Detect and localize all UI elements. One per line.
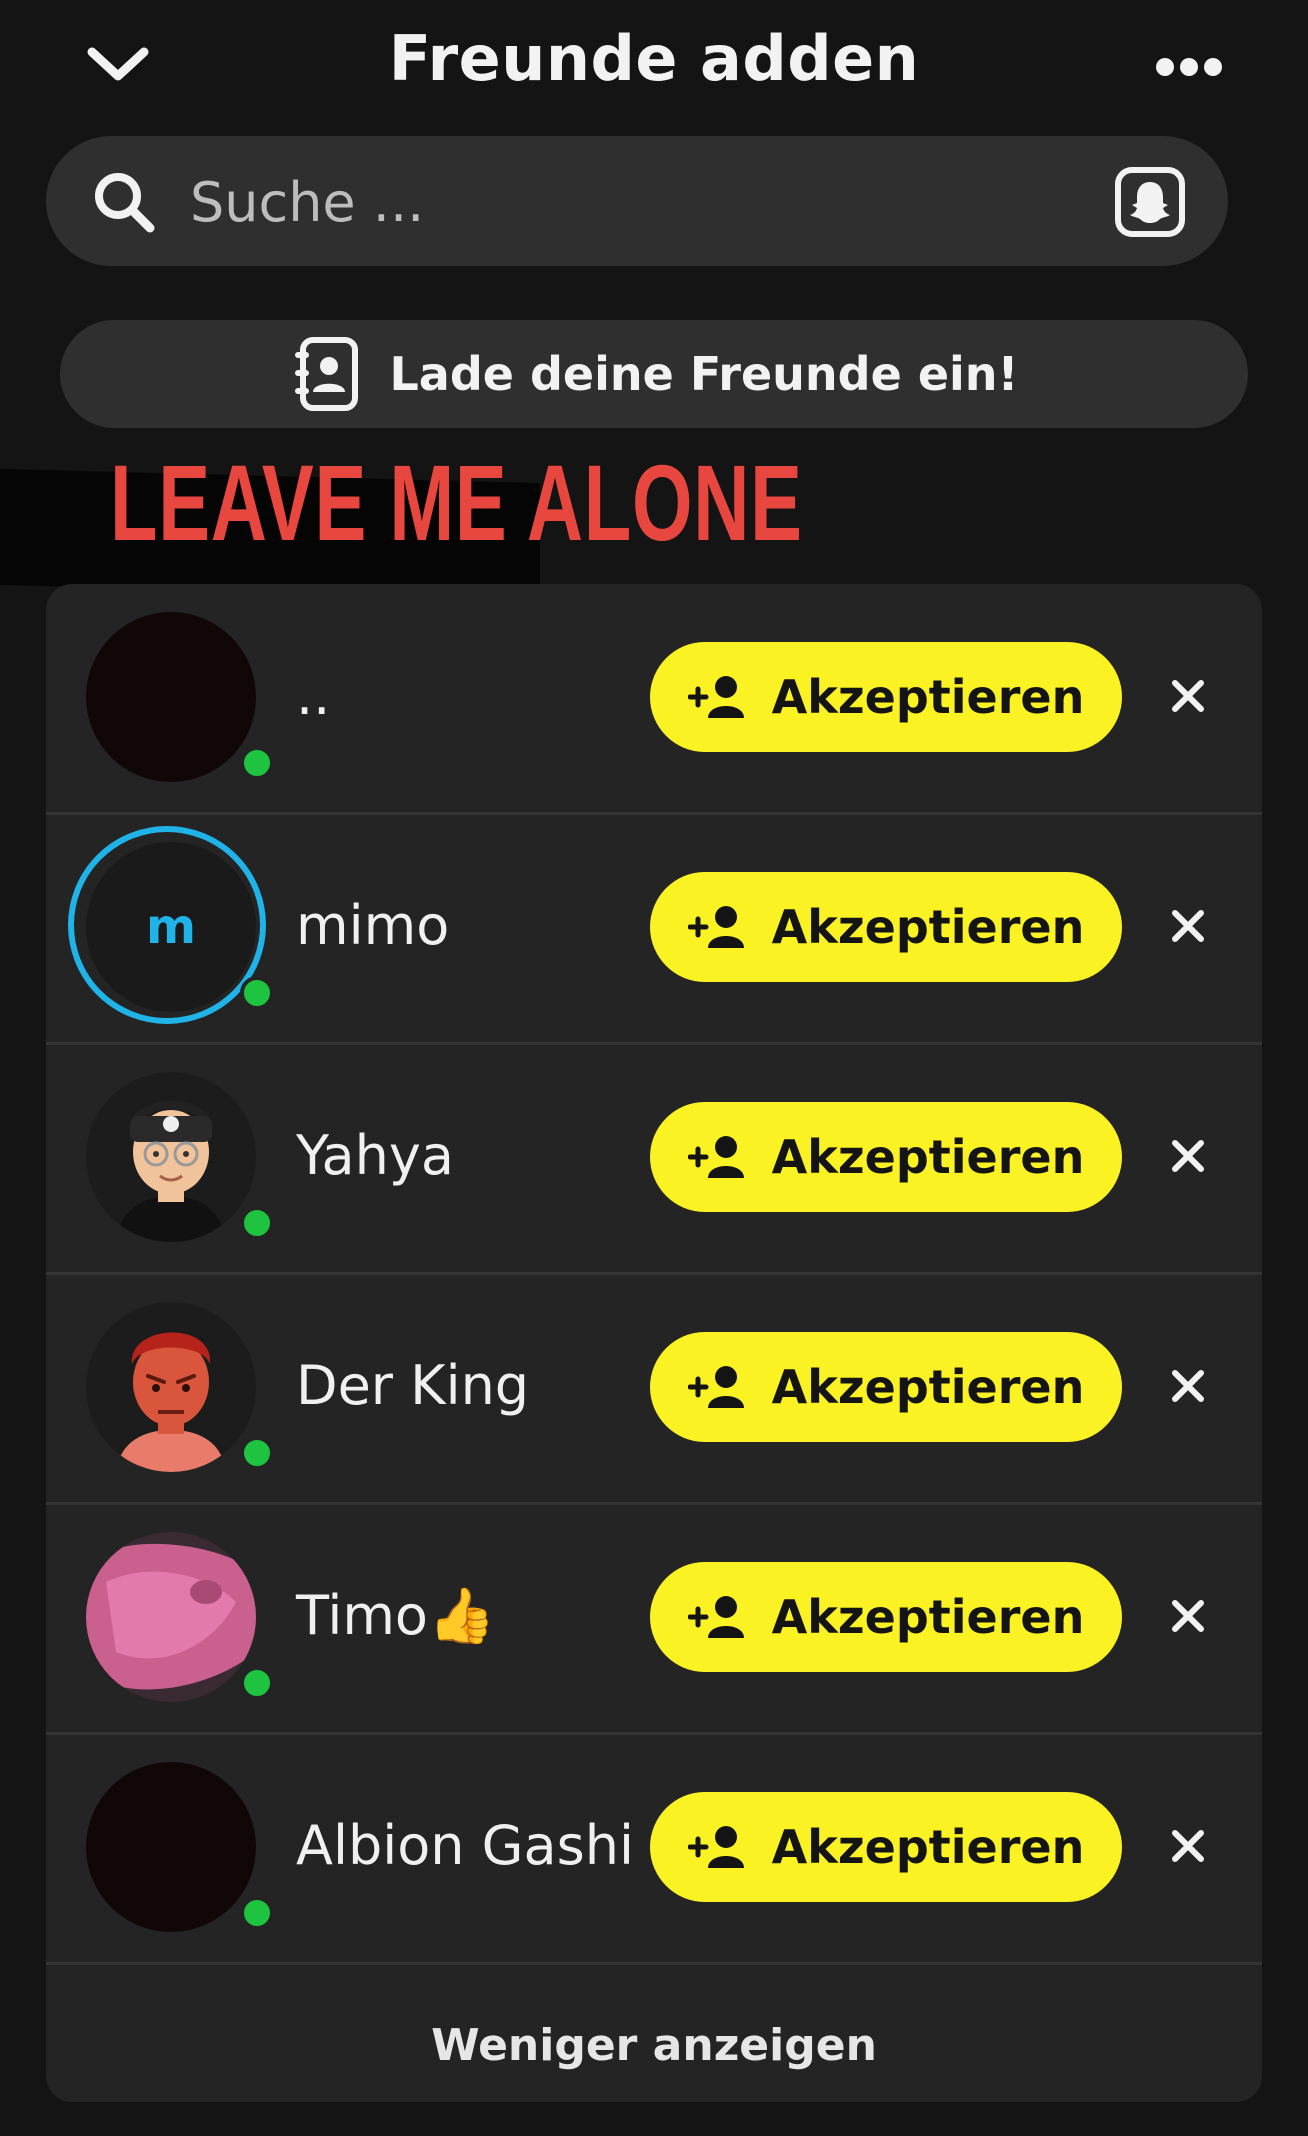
accept-label: Akzeptieren (771, 1820, 1085, 1874)
add-friend-icon (687, 1136, 744, 1178)
online-status-dot (240, 746, 274, 780)
profile-photo (86, 1532, 256, 1702)
add-friend-icon (687, 676, 744, 718)
bitmoji-avatar-image (116, 1101, 226, 1242)
avatar[interactable] (86, 1302, 256, 1472)
search-bar[interactable] (46, 136, 1228, 266)
friend-name: Timo👍 (296, 1584, 496, 1647)
snapcode-scan-icon[interactable] (1114, 166, 1186, 238)
add-friend-icon (687, 1596, 744, 1638)
close-icon[interactable] (1170, 1598, 1206, 1634)
accept-button[interactable]: Akzeptieren (650, 872, 1122, 982)
accept-button[interactable]: Akzeptieren (650, 642, 1122, 752)
accept-label: Akzeptieren (771, 1360, 1085, 1414)
invite-friends-button[interactable]: Lade deine Freunde ein! (60, 320, 1248, 428)
close-icon[interactable] (1170, 678, 1206, 714)
bitmoji-avatar-image (116, 1332, 226, 1472)
avatar[interactable] (86, 1762, 256, 1932)
search-icon (95, 173, 155, 233)
online-status-dot (240, 1206, 274, 1240)
friend-requests-card: .. Akzeptieren m mimo Akzeptieren Yahya … (46, 584, 1262, 2102)
avatar[interactable] (86, 1532, 256, 1702)
more-options-icon[interactable] (1154, 56, 1224, 78)
friend-name: Der King (296, 1354, 530, 1417)
avatar[interactable] (86, 1072, 256, 1242)
accept-button[interactable]: Akzeptieren (650, 1332, 1122, 1442)
online-status-dot (240, 1436, 274, 1470)
header: Freunde adden (0, 0, 1308, 130)
online-status-dot (240, 1896, 274, 1930)
accept-button[interactable]: Akzeptieren (650, 1562, 1122, 1672)
avatar-initial: m (145, 899, 196, 955)
add-friend-icon (687, 1826, 744, 1868)
online-status-dot (240, 976, 274, 1010)
friend-name: Albion Gashi (296, 1814, 634, 1877)
friend-name: mimo (296, 894, 450, 957)
friend-request-row: Albion Gashi Akzeptieren (46, 1734, 1262, 1965)
online-status-dot (240, 1666, 274, 1700)
friend-request-row: Der King Akzeptieren (46, 1274, 1262, 1505)
accept-label: Akzeptieren (771, 1590, 1085, 1644)
invite-friends-label: Lade deine Freunde ein! (389, 347, 1019, 401)
friend-request-row: Yahya Akzeptieren (46, 1044, 1262, 1275)
friend-name: .. (296, 664, 331, 727)
show-less-label: Weniger anzeigen (431, 2019, 877, 2071)
friend-name: Yahya (296, 1124, 454, 1187)
close-icon[interactable] (1170, 1368, 1206, 1404)
avatar[interactable] (86, 612, 256, 782)
accept-button[interactable]: Akzeptieren (650, 1792, 1122, 1902)
friend-request-row: m mimo Akzeptieren (46, 814, 1262, 1045)
friend-request-row: Timo👍 Akzeptieren (46, 1504, 1262, 1735)
add-friend-icon (687, 906, 744, 948)
accept-label: Akzeptieren (771, 900, 1085, 954)
accept-button[interactable]: Akzeptieren (650, 1102, 1122, 1212)
add-friend-icon (687, 1366, 744, 1408)
close-icon[interactable] (1170, 908, 1206, 944)
close-icon[interactable] (1170, 1828, 1206, 1864)
accept-label: Akzeptieren (771, 1130, 1085, 1184)
avatar[interactable]: m (86, 842, 256, 1012)
friend-request-row: .. Akzeptieren (46, 584, 1262, 815)
accept-label: Akzeptieren (771, 670, 1085, 724)
page-title: Freunde adden (388, 22, 920, 95)
overlay-caption: LEAVE ME ALONE (110, 442, 803, 563)
close-icon[interactable] (1170, 1138, 1206, 1174)
contacts-book-icon (295, 337, 359, 411)
search-input[interactable] (188, 164, 1092, 240)
show-less-button[interactable]: Weniger anzeigen (46, 1990, 1262, 2100)
